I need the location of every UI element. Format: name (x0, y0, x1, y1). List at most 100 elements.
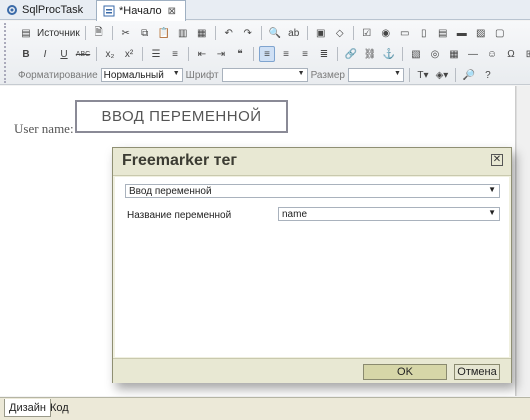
freemarker-tag-dialog: Freemarker тег ✕ Ввод переменной ▼ Назва… (112, 147, 512, 383)
tab-sqlproctask[interactable]: SqlProcTask (0, 0, 94, 20)
undo-icon[interactable]: ↶ (221, 25, 237, 41)
copy-icon[interactable]: ⧉ (137, 25, 153, 41)
gear-icon (6, 4, 18, 16)
cancel-button[interactable]: Отмена (454, 364, 500, 380)
image-button-icon[interactable]: ▨ (473, 25, 489, 41)
toolbar-row-2: B I U ABC x₂ x² ☰ ≡ ⇤ ⇥ ❝ ≡ ≡ ≡ ≣ 🔗 ⛓ ⚓ … (18, 44, 530, 64)
tag-type-value: Ввод переменной (129, 185, 212, 197)
size-label: Размер (310, 69, 345, 81)
italic-icon[interactable]: I (37, 46, 53, 62)
checkbox-icon[interactable]: ☑ (359, 25, 375, 41)
format-select-value: Нормальный (103, 69, 164, 81)
link-icon[interactable]: 🔗 (343, 46, 359, 62)
textarea-icon[interactable]: ▯ (416, 25, 432, 41)
bulleted-list-icon[interactable]: ≡ (167, 46, 183, 62)
source-icon: ▤ (21, 27, 31, 39)
preview-icon[interactable]: 🔎 (461, 67, 477, 83)
subscript-icon[interactable]: x₂ (102, 46, 118, 62)
page-break-icon[interactable]: ⊞ (522, 46, 530, 62)
redo-icon[interactable]: ↷ (240, 25, 256, 41)
outdent-icon[interactable]: ⇤ (194, 46, 210, 62)
separator (253, 47, 254, 61)
select-field-icon[interactable]: ▤ (435, 25, 451, 41)
button-field-icon[interactable]: ▬ (454, 25, 470, 41)
separator (337, 47, 338, 61)
replace-icon[interactable]: ab (286, 25, 302, 41)
cut-icon[interactable]: ✂ (118, 25, 134, 41)
blockquote-icon[interactable]: ❝ (232, 46, 248, 62)
chevron-down-icon: ▼ (297, 70, 305, 77)
chevron-down-icon: ▼ (488, 185, 496, 194)
chevron-down-icon: ▼ (488, 208, 496, 217)
format-select[interactable]: Нормальный ▼ (100, 68, 183, 82)
tab-nachalo[interactable]: *Начало ⊠ (96, 0, 186, 21)
dialog-footer: OK Отмена (113, 358, 511, 383)
variable-placeholder[interactable]: ВВОД ПЕРЕМЕННОЙ (75, 100, 288, 133)
underline-icon[interactable]: U (56, 46, 72, 62)
textfield-icon[interactable]: ▭ (397, 25, 413, 41)
editor-tab-bar: SqlProcTask *Начало ⊠ (0, 0, 530, 21)
tag-type-select[interactable]: Ввод переменной ▼ (125, 184, 500, 198)
dialog-header[interactable]: Freemarker тег ✕ (113, 148, 511, 176)
document-icon[interactable]: 🗎 (91, 25, 107, 41)
horizontal-rule-icon[interactable]: — (465, 46, 481, 62)
paste-word-icon[interactable]: ▦ (194, 25, 210, 41)
separator (142, 47, 143, 61)
help-icon[interactable]: ? (480, 67, 496, 83)
close-icon[interactable]: ✕ (491, 154, 503, 166)
background-color-icon[interactable]: ◈▾ (434, 67, 450, 83)
html-file-icon (103, 5, 115, 17)
separator (214, 26, 216, 40)
align-left-icon[interactable]: ≡ (259, 46, 275, 62)
tab-label: SqlProcTask (22, 4, 84, 16)
indent-icon[interactable]: ⇥ (213, 46, 229, 62)
source-button[interactable]: ▤ Источник (18, 25, 79, 41)
separator (96, 47, 97, 61)
superscript-icon[interactable]: x² (121, 46, 137, 62)
table-icon[interactable]: ▦ (446, 46, 462, 62)
text-color-icon[interactable]: T▾ (415, 67, 431, 83)
tab-code[interactable]: Код (46, 399, 73, 417)
size-select[interactable]: ▼ (347, 68, 404, 82)
variable-name-label: Название переменной (127, 210, 232, 221)
chevron-down-icon: ▼ (172, 70, 180, 77)
close-tab-icon[interactable]: ⊠ (168, 6, 176, 17)
variable-name-select[interactable]: name ▼ (278, 207, 500, 221)
separator (84, 26, 86, 40)
separator (454, 68, 456, 82)
eraser-icon[interactable]: ◇ (332, 25, 348, 41)
find-icon[interactable]: 🔍 (267, 25, 283, 41)
hidden-field-icon[interactable]: ▢ (492, 25, 508, 41)
editor-toolbar: ▤ Источник 🗎 ✂ ⧉ 📋 ▥ ▦ ↶ ↷ 🔍 ab ▣ ◇ ☑ ◉ … (0, 21, 530, 85)
variable-name-value: name (282, 208, 308, 220)
align-center-icon[interactable]: ≡ (278, 46, 294, 62)
radio-icon[interactable]: ◉ (378, 25, 394, 41)
bold-icon[interactable]: B (18, 46, 34, 62)
paste-icon[interactable]: 📋 (156, 25, 172, 41)
chevron-down-icon: ▼ (394, 70, 401, 77)
align-right-icon[interactable]: ≡ (297, 46, 313, 62)
paste-text-icon[interactable]: ▥ (175, 25, 191, 41)
image-icon[interactable]: ▧ (408, 46, 424, 62)
smiley-icon[interactable]: ☺ (484, 46, 500, 62)
vertical-scrollbar[interactable] (516, 86, 530, 396)
special-char-icon[interactable]: Ω (503, 46, 519, 62)
toolbar-row-3: Форматирование Нормальный ▼ Шрифт ▼ Разм… (18, 65, 496, 85)
dialog-body: Ввод переменной ▼ Название переменной na… (115, 177, 509, 357)
align-justify-icon[interactable]: ≣ (316, 46, 332, 62)
ok-button[interactable]: OK (363, 364, 447, 380)
select-all-icon[interactable]: ▣ (313, 25, 329, 41)
anchor-icon[interactable]: ⚓ (381, 46, 397, 62)
flash-icon[interactable]: ◎ (427, 46, 443, 62)
strikethrough-icon[interactable]: ABC (75, 46, 91, 62)
numbered-list-icon[interactable]: ☰ (148, 46, 164, 62)
separator (188, 47, 189, 61)
font-label: Шрифт (185, 69, 219, 81)
dialog-title: Freemarker тег (122, 152, 238, 169)
toolbar-row-1: ▤ Источник 🗎 ✂ ⧉ 📋 ▥ ▦ ↶ ↷ 🔍 ab ▣ ◇ ☑ ◉ … (18, 23, 508, 43)
unlink-icon[interactable]: ⛓ (362, 46, 378, 62)
font-select[interactable]: ▼ (221, 68, 308, 82)
tab-design[interactable]: Дизайн (4, 399, 51, 417)
separator (260, 26, 262, 40)
toolbar-grip[interactable] (4, 23, 7, 83)
